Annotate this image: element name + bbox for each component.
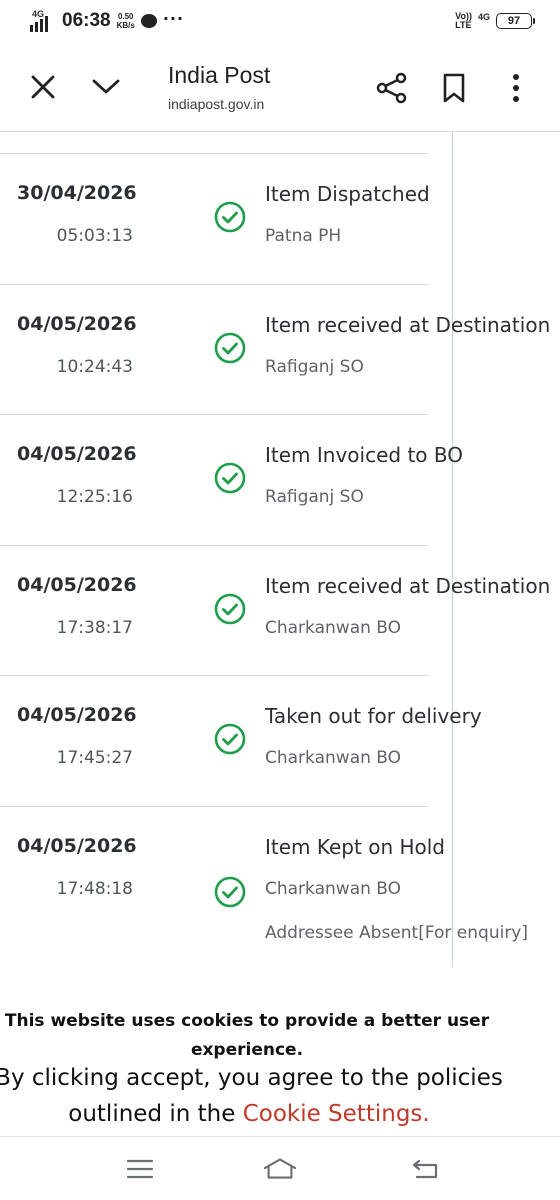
page-content: 30/04/2026 05:03:13 Item Dispatched Patn…: [0, 133, 560, 1135]
cookie-settings-link[interactable]: Cookie Settings.: [243, 1101, 430, 1127]
event-time: 10:24:43: [56, 356, 133, 377]
page-url: indiapost.gov.in: [168, 96, 265, 112]
tracking-event: 04/05/2026 17:38:17 Item received at Des…: [0, 544, 560, 677]
check-circle-icon: [214, 201, 246, 233]
divider: [0, 805, 428, 807]
divider: [0, 283, 428, 285]
event-time: 17:38:17: [56, 617, 133, 638]
event-time: 12:25:16: [56, 487, 133, 508]
cookie-heading: This website uses cookies to provide a b…: [4, 1011, 490, 1060]
tracking-event: 30/04/2026 05:03:13 Item Dispatched Patn…: [0, 153, 560, 285]
event-status: Item received at Destination: [265, 312, 551, 337]
close-icon[interactable]: [28, 72, 58, 102]
home-icon[interactable]: [262, 1155, 298, 1183]
event-status: Item Invoiced to BO: [265, 443, 463, 468]
check-circle-icon: [214, 462, 246, 494]
check-circle-icon: [214, 876, 246, 908]
event-time: 17:48:18: [56, 878, 133, 899]
chat-notification-icon: [140, 14, 157, 28]
cookie-banner: This website uses cookies to provide a b…: [0, 1002, 560, 1136]
event-date: 04/05/2026: [17, 834, 137, 857]
event-date: 04/05/2026: [17, 704, 137, 727]
more-vertical-icon[interactable]: [502, 70, 530, 106]
event-status: Item Dispatched: [265, 182, 430, 206]
event-office: Charkanwan BO: [265, 748, 402, 769]
event-time: 17:45:27: [56, 748, 133, 769]
event-status: Item received at Destination: [265, 573, 551, 598]
battery-icon: 97: [496, 13, 535, 29]
tracking-event: 04/05/2026 17:48:18 Item Kept on Hold Ch…: [0, 805, 560, 943]
back-icon[interactable]: [408, 1155, 444, 1183]
signal-icon: 4G: [30, 9, 56, 32]
check-circle-icon: [214, 593, 246, 625]
event-date: 04/05/2026: [17, 312, 137, 335]
event-date: 04/05/2026: [17, 573, 137, 596]
chevron-down-icon[interactable]: [88, 72, 124, 102]
tracking-timeline: 30/04/2026 05:03:13 Item Dispatched Patn…: [0, 153, 560, 943]
network-4g-indicator: 4G: [477, 12, 490, 22]
tracking-event: 04/05/2026 17:45:27 Taken out for delive…: [0, 675, 560, 807]
check-circle-icon: [214, 724, 246, 755]
divider: [0, 675, 428, 677]
menu-icon[interactable]: [122, 1155, 158, 1183]
bookmark-icon[interactable]: [436, 70, 472, 106]
cookie-message: By clicking accept, you agree to the pol…: [0, 1060, 504, 1132]
tracking-event: 04/05/2026 10:24:43 Item received at Des…: [0, 283, 560, 416]
browser-toolbar: India Post indiapost.gov.in: [0, 44, 560, 132]
event-time: 05:03:13: [56, 226, 133, 246]
event-status: Taken out for delivery: [265, 704, 482, 729]
status-bar: 4G 06:38 0.50 KB/s ··· Vo)) LTE 4G 97: [0, 0, 560, 44]
event-remark: Addressee Absent[For enquiry]: [265, 922, 529, 943]
share-icon[interactable]: [374, 70, 410, 106]
tracking-event: 04/05/2026 12:25:16 Item Invoiced to BO …: [0, 414, 560, 546]
divider: [0, 153, 428, 154]
check-circle-icon: [214, 332, 246, 363]
page-title: India Post: [168, 62, 271, 88]
event-date: 04/05/2026: [17, 443, 137, 466]
event-office: Rafiganj SO: [265, 356, 364, 377]
system-nav-bar: [0, 1136, 560, 1200]
event-status: Item Kept on Hold: [265, 834, 445, 859]
event-office: Patna PH: [265, 226, 342, 246]
divider: [0, 544, 428, 546]
event-office: Rafiganj SO: [265, 487, 364, 508]
event-office: Charkanwan BO: [265, 878, 402, 899]
event-date: 30/04/2026: [17, 182, 137, 204]
network-speed: 0.50 KB/s: [116, 12, 135, 30]
event-office: Charkanwan BO: [265, 617, 402, 638]
clock: 06:38: [62, 10, 111, 31]
more-notifications-icon: ···: [162, 8, 185, 28]
battery-level: 97: [507, 15, 521, 27]
divider: [0, 414, 428, 416]
volte-indicator: Vo)) LTE: [455, 11, 472, 30]
